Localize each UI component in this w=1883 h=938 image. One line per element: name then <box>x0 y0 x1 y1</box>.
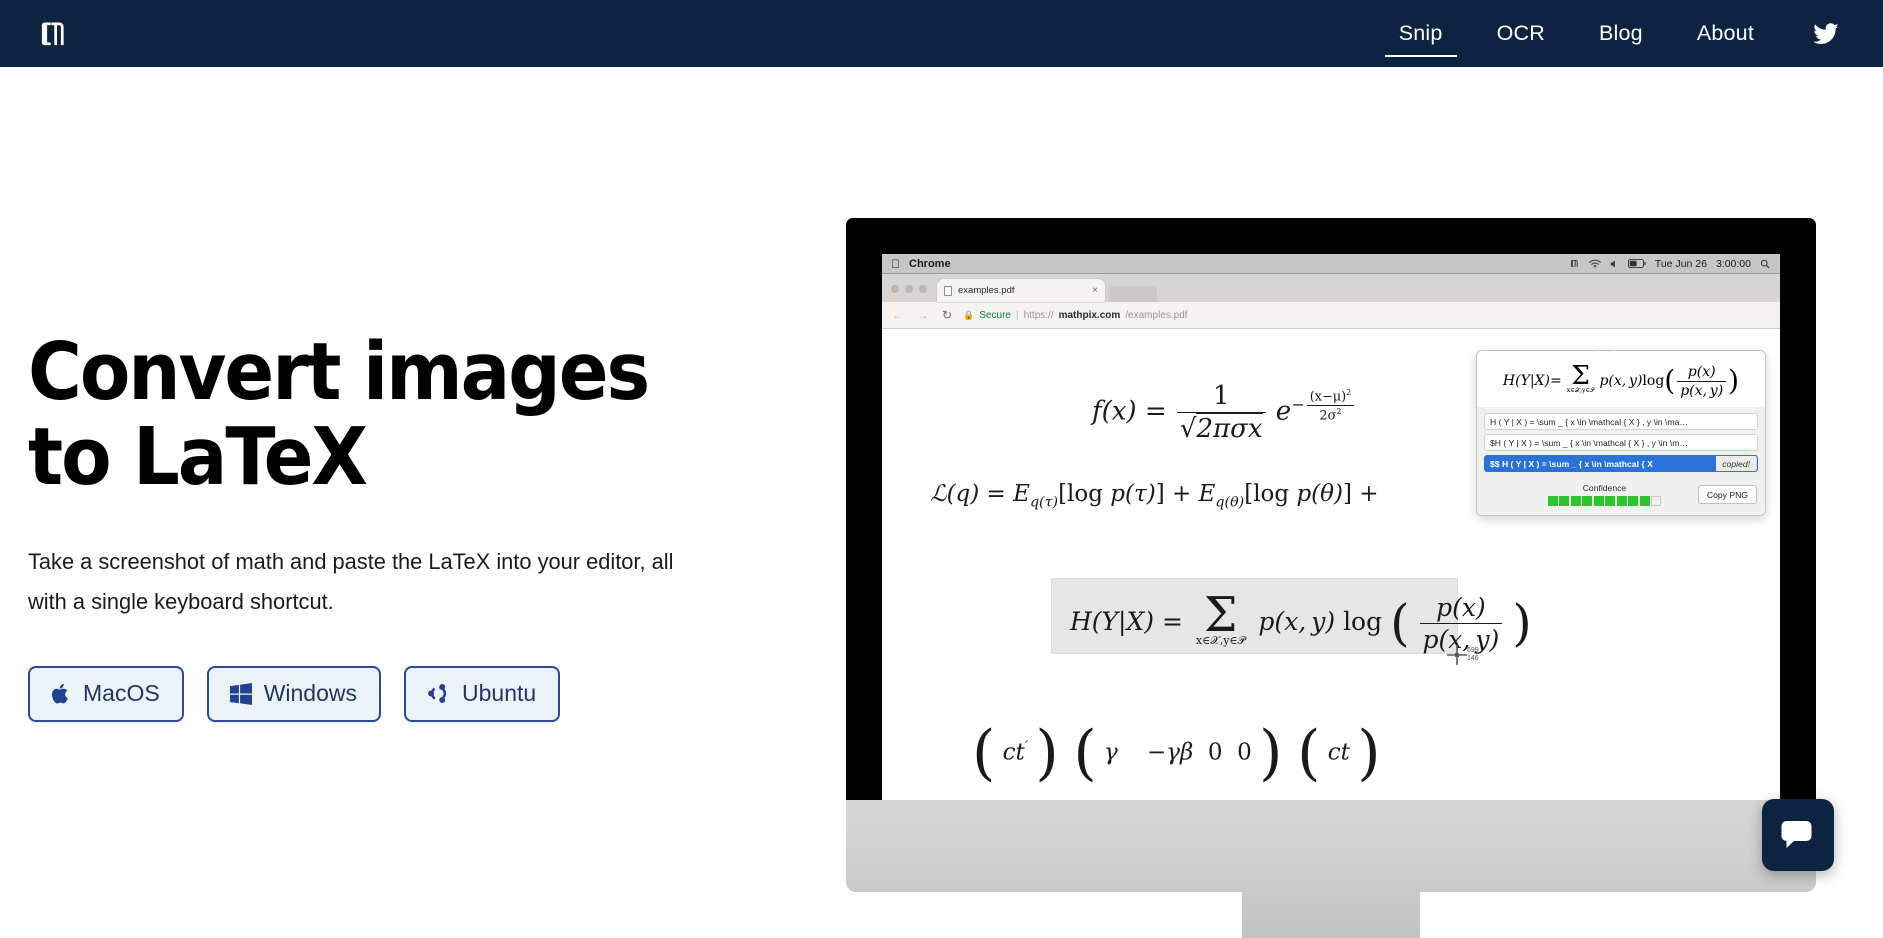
menubar-date: Tue Jun 26 <box>1654 257 1707 270</box>
confidence-block <box>1547 496 1558 506</box>
selection-height-value: 146 <box>1467 654 1479 662</box>
url-path: /examples.pdf <box>1125 309 1188 321</box>
copied-badge: copied! <box>1716 456 1757 471</box>
apple-menu-icon[interactable]:  <box>891 258 900 270</box>
pdf-formula-elbo: ℒ(q) = Eq(τ)[log p(τ)] + Eq(θ)[log p(θ)]… <box>930 481 1379 511</box>
browser-omnibox: ← → ↻ 🔒 Secure | https:// mathpix.com/exa… <box>882 302 1780 329</box>
confidence-block <box>1616 496 1627 506</box>
download-macos-button[interactable]: MacOS <box>28 666 184 722</box>
confidence-block <box>1559 496 1570 506</box>
copy-png-button[interactable]: Copy PNG <box>1697 485 1757 504</box>
download-buttons: MacOS Windows Ubuntu <box>28 666 708 722</box>
monitor-bezel:  Chrome <box>846 218 1816 800</box>
windows-icon <box>229 682 252 705</box>
selection-width-value: 699 <box>1467 647 1479 654</box>
chat-bubble-icon <box>1781 821 1812 848</box>
battery-icon[interactable] <box>1627 259 1646 268</box>
monitor-chin <box>846 800 1816 892</box>
close-window-button[interactable] <box>891 285 899 293</box>
minimize-window-button[interactable] <box>905 285 913 293</box>
download-ubuntu-label: Ubuntu <box>462 680 537 706</box>
pdf-formula-gaussian: f(x) = 1 √2πσx e− (x−μ)2 2σ2 <box>1092 381 1356 444</box>
browser-tab-title: examples.pdf <box>958 285 1015 296</box>
apple-icon <box>51 682 71 706</box>
spotlight-search-icon[interactable] <box>1760 259 1770 269</box>
mathpix-logo-icon <box>41 22 64 45</box>
snip-latex-row-inline[interactable]: $H ( Y | X ) = \sum _ { x \in \mathcal {… <box>1484 434 1758 451</box>
confidence-block <box>1593 496 1604 506</box>
confidence-block <box>1639 496 1650 506</box>
confidence-block <box>1628 496 1639 506</box>
download-windows-button[interactable]: Windows <box>206 666 381 722</box>
chat-widget-button[interactable] <box>1762 799 1834 871</box>
pdf-formula-lorentz: ( ct′ ) ( γ −γβ 0 0 ) ( ct ) <box>972 718 1381 788</box>
window-traffic-lights[interactable] <box>891 285 927 293</box>
crosshair-cursor-icon <box>1447 645 1467 665</box>
new-tab-area[interactable] <box>1109 286 1157 302</box>
twitter-icon <box>1813 22 1839 44</box>
download-windows-label: Windows <box>263 680 357 706</box>
hero-title-line-2: to LaTeX <box>28 411 368 503</box>
close-icon[interactable]: × <box>1092 285 1098 296</box>
top-navigation-bar: Snip OCR Blog About <box>0 0 1883 67</box>
mathpix-logo[interactable] <box>35 14 75 54</box>
maximize-window-button[interactable] <box>919 285 927 293</box>
hero-section: Convert images to LaTeX Take a screensho… <box>28 330 708 722</box>
download-macos-label: MacOS <box>83 680 160 706</box>
nav-item-blog[interactable]: Blog <box>1572 15 1670 52</box>
ubuntu-icon <box>427 682 450 705</box>
snip-latex-text: $H ( Y | X ) = \sum _ { x \in \mathcal {… <box>1490 437 1688 448</box>
browser-nav-controls: ← → ↻ <box>892 308 952 322</box>
confidence-block <box>1582 496 1593 506</box>
menubar-status-area: Tue Jun 26 3:00:00 <box>1570 258 1774 270</box>
selection-dimensions: 699 146 <box>1467 647 1479 662</box>
pdf-viewer: f(x) = 1 √2πσx e− (x−μ)2 2σ2 ℒ(q) = Eq(τ)[l… <box>882 329 1780 800</box>
page-title: Convert images to LaTeX <box>28 330 660 500</box>
wifi-icon[interactable] <box>1588 259 1601 269</box>
confidence-bar <box>1547 496 1662 506</box>
download-ubuntu-button[interactable]: Ubuntu <box>404 666 561 722</box>
url-separator: | <box>1015 309 1019 321</box>
snip-popup-footer: Confidence Copy PNG <box>1477 480 1765 515</box>
snip-latex-text: H ( Y | X ) = \sum _ { x \in \mathcal { … <box>1490 416 1688 427</box>
snip-rendered-formula: H(Y|X) = Σx∈𝒳,y∈𝒫 p(x, y) log ( p(x) p(x,… <box>1477 351 1765 407</box>
macos-menu-bar:  Chrome <box>882 254 1780 274</box>
monitor-stand-neck <box>1242 892 1420 938</box>
nav-item-snip[interactable]: Snip <box>1372 15 1470 57</box>
product-screenshot-monitor:  Chrome <box>846 218 1816 938</box>
snip-latex-row-display[interactable]: $$ H ( Y | X ) = \sum _ { x \in \mathcal… <box>1484 455 1758 472</box>
snip-latex-text: $$ H ( Y | X ) = \sum _ { x \in \mathcal… <box>1490 458 1653 469</box>
back-arrow-icon[interactable]: ← <box>892 308 904 322</box>
confidence-label: Confidence <box>1582 483 1627 493</box>
page-file-icon <box>944 285 952 296</box>
confidence-meter: Confidence <box>1485 483 1698 506</box>
confidence-block <box>1570 496 1581 506</box>
snip-latex-row-plain[interactable]: H ( Y | X ) = \sum _ { x \in \mathcal { … <box>1484 413 1758 430</box>
url-domain: mathpix.com <box>1058 309 1121 321</box>
lock-icon: 🔒 <box>963 309 975 320</box>
url-bar[interactable]: 🔒 Secure | https:// mathpix.com/examples.… <box>963 310 1187 321</box>
mathpix-menubar-icon[interactable] <box>1570 258 1580 269</box>
nav-item-about[interactable]: About <box>1670 15 1781 52</box>
twitter-link[interactable] <box>1811 21 1841 47</box>
menubar-time: 3:00:00 <box>1715 257 1751 270</box>
nav-item-ocr[interactable]: OCR <box>1470 15 1572 52</box>
browser-tab-strip: examples.pdf × <box>882 274 1780 302</box>
snip-result-popup: H(Y|X) = Σx∈𝒳,y∈𝒫 p(x, y) log ( p(x) p(x,… <box>1476 350 1766 516</box>
hero-title-line-1: Convert images <box>28 326 650 418</box>
snip-latex-rows: H ( Y | X ) = \sum _ { x \in \mathcal { … <box>1477 407 1765 480</box>
url-scheme: https:// <box>1023 309 1054 321</box>
monitor-screen:  Chrome <box>882 254 1780 800</box>
menubar-app-name: Chrome <box>900 257 951 270</box>
confidence-block-empty <box>1651 496 1662 506</box>
forward-arrow-icon[interactable]: → <box>917 308 929 322</box>
nav-links: Snip OCR Blog About <box>1372 15 1849 57</box>
confidence-block <box>1605 496 1616 506</box>
volume-icon[interactable] <box>1610 259 1619 269</box>
hero-subtitle: Take a screenshot of math and paste the … <box>28 549 674 614</box>
reload-icon[interactable]: ↻ <box>942 308 952 322</box>
browser-tab[interactable]: examples.pdf × <box>937 279 1105 302</box>
secure-label: Secure <box>979 309 1011 321</box>
